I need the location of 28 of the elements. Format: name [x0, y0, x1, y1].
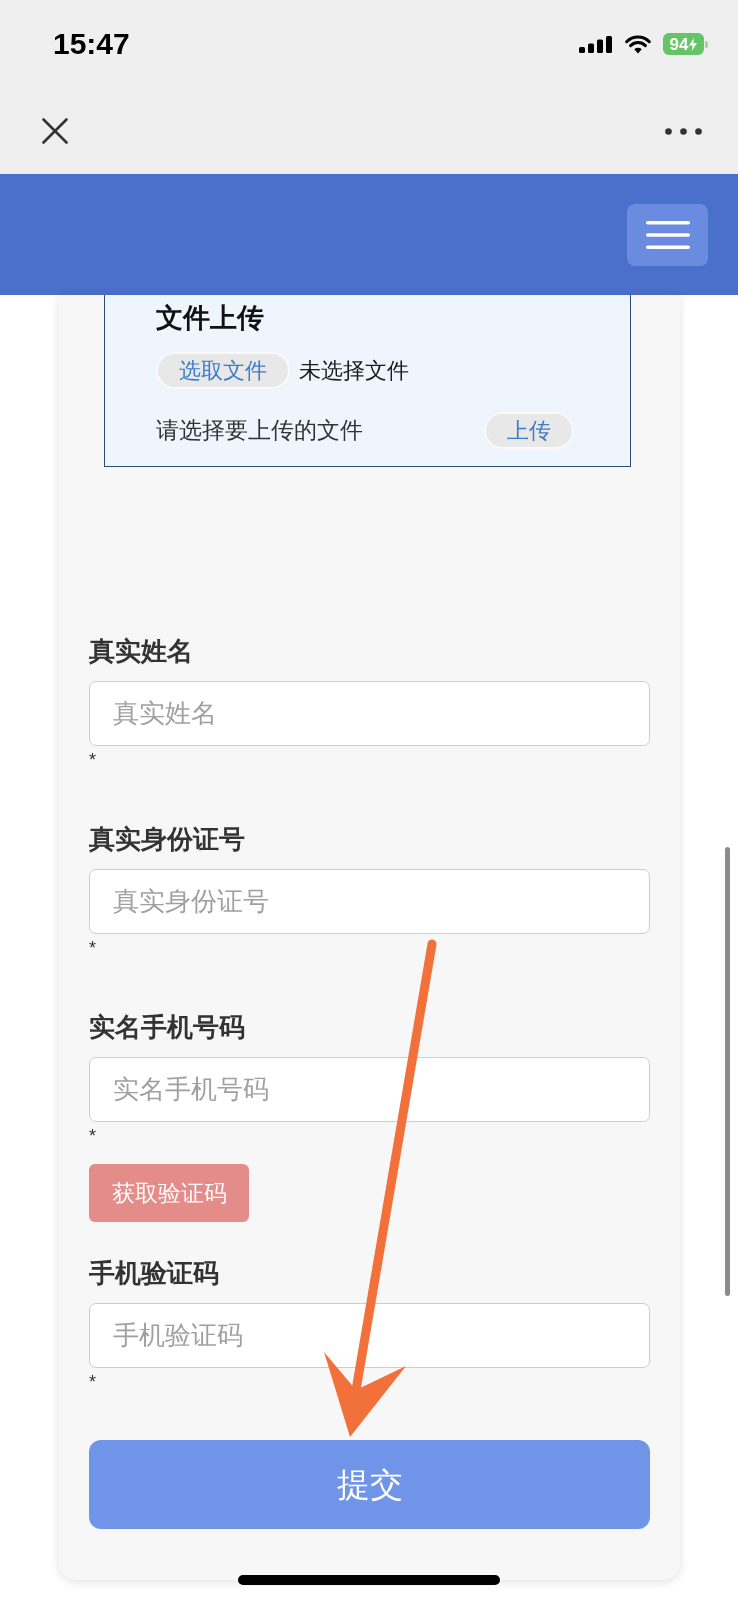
field-label: 手机验证码: [89, 1257, 219, 1290]
field-label: 真实身份证号: [89, 823, 245, 856]
field-label: 实名手机号码: [89, 1011, 245, 1044]
choose-file-button[interactable]: 选取文件: [156, 352, 290, 389]
input-field[interactable]: 手机验证码: [89, 1303, 650, 1368]
file-status-text: 未选择文件: [299, 356, 409, 385]
required-mark: *: [89, 1125, 96, 1148]
wifi-icon: [625, 34, 651, 54]
close-icon[interactable]: [42, 118, 68, 144]
upload-button[interactable]: 上传: [484, 412, 574, 449]
submit-button[interactable]: 提交: [89, 1440, 650, 1529]
required-mark: *: [89, 749, 96, 772]
input-field[interactable]: 真实姓名: [89, 681, 650, 746]
required-mark: *: [89, 1371, 96, 1394]
input-field[interactable]: 实名手机号码: [89, 1057, 650, 1122]
status-time: 15:47: [53, 29, 130, 59]
menu-button[interactable]: [627, 203, 708, 266]
menu-icon: [645, 220, 690, 249]
required-mark: *: [89, 937, 96, 960]
input-field[interactable]: 真实身份证号: [89, 869, 650, 934]
more-icon[interactable]: [665, 127, 702, 135]
battery-percentage: 94: [669, 35, 689, 53]
field-label: 真实姓名: [89, 635, 193, 668]
bolt-icon: [689, 37, 698, 51]
upload-title: 文件上传: [156, 302, 264, 335]
upload-hint: 请选择要上传的文件: [156, 416, 363, 445]
signal-icon: [579, 35, 613, 53]
scrollbar-thumb[interactable]: [725, 847, 730, 1296]
